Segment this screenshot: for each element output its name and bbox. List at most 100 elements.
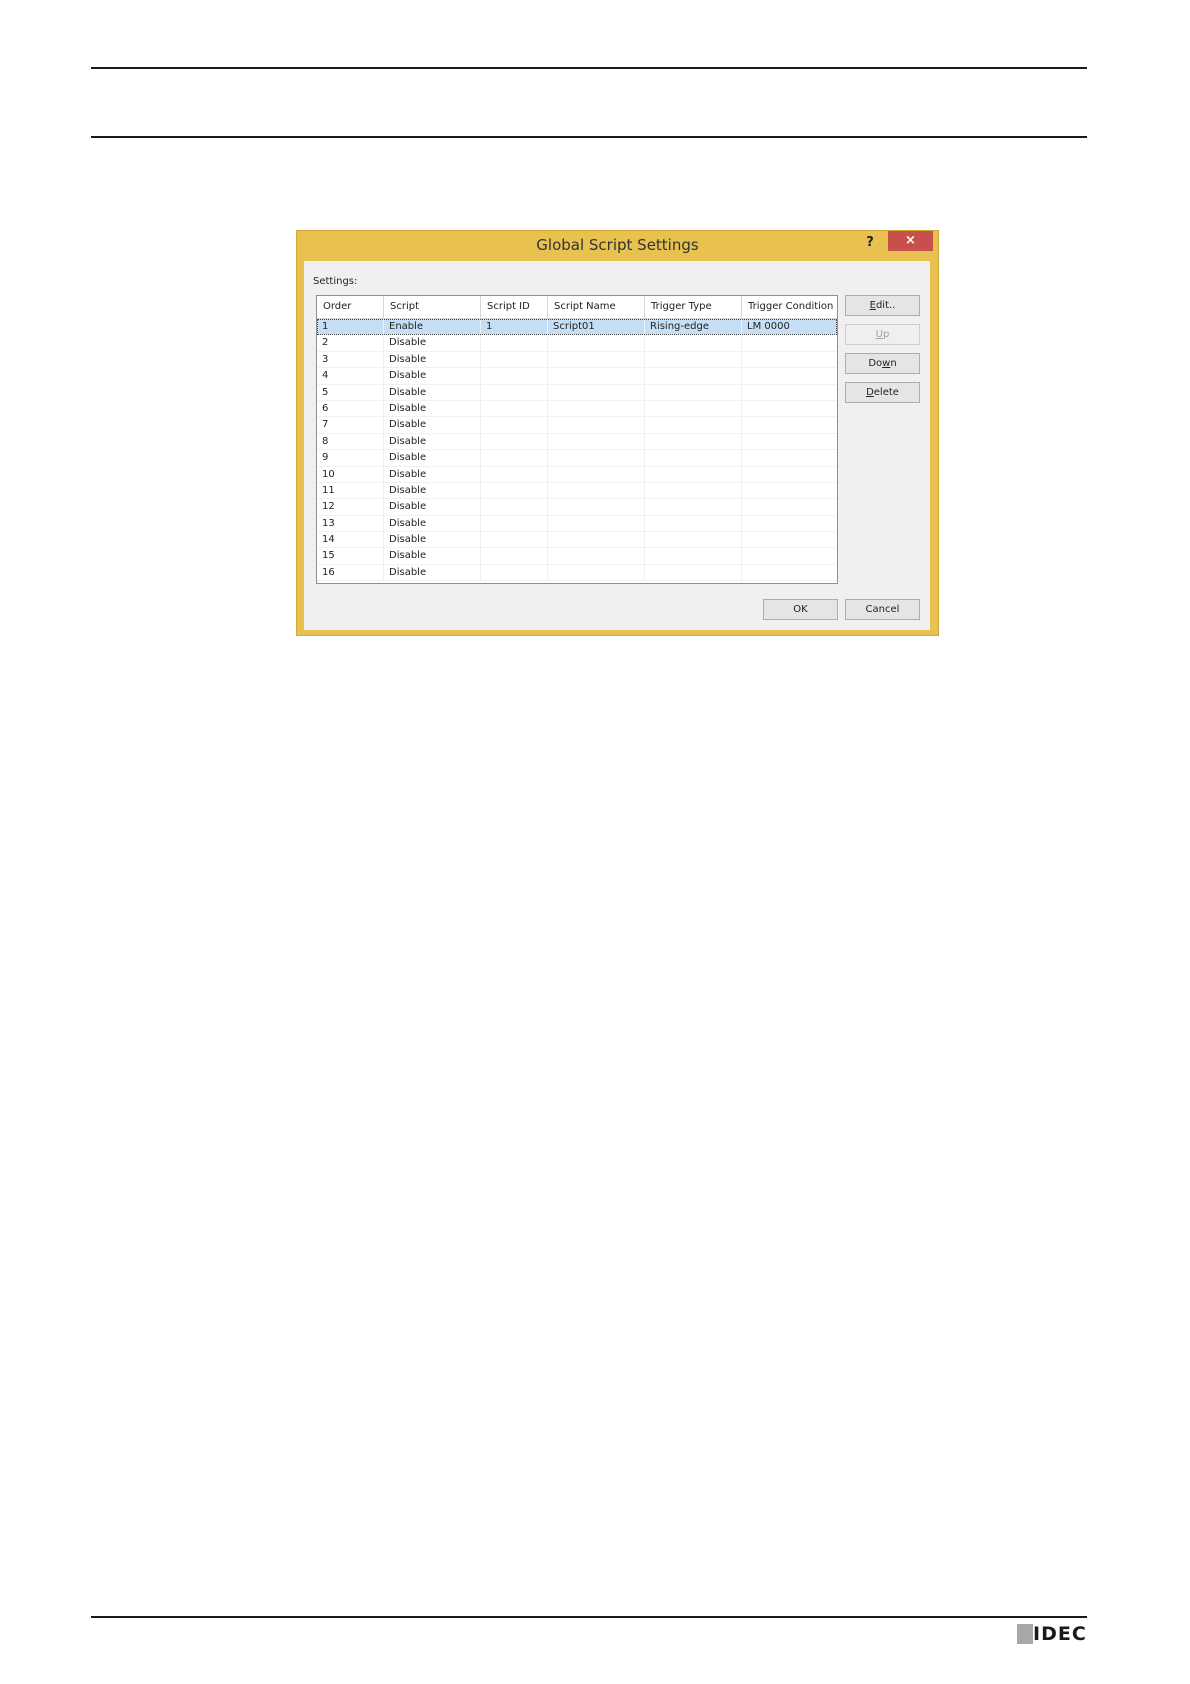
grid-body: 1 Enable 1 Script01 Rising-edge LM 0000 2 Disab… xyxy=(317,319,837,582)
cell-trigger-condition xyxy=(742,467,837,482)
cell-trigger-type xyxy=(645,450,742,466)
cell-script-name xyxy=(548,515,645,532)
table-row[interactable]: 14 Disable xyxy=(317,532,837,549)
column-header-trigger-type[interactable]: Trigger Type xyxy=(645,296,742,318)
cell-script: Disable xyxy=(384,564,481,581)
table-row[interactable]: 9 Disable xyxy=(317,450,837,467)
cell-trigger-type xyxy=(645,548,742,564)
column-header-script-name[interactable]: Script Name xyxy=(548,296,645,318)
cell-script-id xyxy=(481,368,548,384)
cell-order: 9 xyxy=(317,450,384,466)
cell-trigger-condition xyxy=(742,417,837,432)
cell-script: Disable xyxy=(384,384,481,400)
table-row[interactable]: 3 Disable xyxy=(317,351,837,369)
cell-script: Disable xyxy=(384,335,481,351)
cell-trigger-condition xyxy=(742,532,837,547)
cell-trigger-type xyxy=(645,433,742,450)
cell-script-name xyxy=(548,351,645,368)
table-row[interactable]: 12 Disable xyxy=(317,499,837,516)
cell-trigger-type xyxy=(645,466,742,482)
cell-script: Disable xyxy=(384,466,481,482)
table-row[interactable]: 11 Disable xyxy=(317,482,837,500)
cell-order: 10 xyxy=(317,466,384,482)
footer-rule xyxy=(91,1616,1087,1618)
cell-trigger-type: Rising-edge xyxy=(645,319,742,335)
cell-script-name xyxy=(548,450,645,466)
cell-trigger-condition xyxy=(742,401,837,416)
cell-order: 7 xyxy=(317,417,384,433)
column-header-script-id[interactable]: Script ID xyxy=(481,296,548,318)
cancel-button[interactable]: Cancel xyxy=(845,599,920,620)
down-label: n xyxy=(890,358,897,369)
cell-script-id xyxy=(481,351,548,368)
cell-script-id xyxy=(481,417,548,433)
cell-script-id xyxy=(481,335,548,351)
cell-script: Disable xyxy=(384,499,481,515)
cell-trigger-type xyxy=(645,384,742,400)
settings-label: Settings: xyxy=(313,276,358,287)
cell-script-name xyxy=(548,400,645,417)
table-row[interactable]: 10 Disable xyxy=(317,466,837,483)
cell-script-id xyxy=(481,548,548,564)
cell-script: Disable xyxy=(384,532,481,548)
cell-script-name xyxy=(548,466,645,482)
down-button[interactable]: Down xyxy=(845,353,920,374)
column-header-order[interactable]: Order xyxy=(317,296,384,318)
cell-order: 15 xyxy=(317,548,384,564)
down-label-pre: Do xyxy=(868,358,883,369)
cell-trigger-type xyxy=(645,532,742,548)
up-button[interactable]: Up xyxy=(845,324,920,345)
up-mnemonic: U xyxy=(875,329,883,340)
cell-order: 14 xyxy=(317,532,384,548)
table-row[interactable]: 16 Disable xyxy=(317,564,837,582)
cell-trigger-type xyxy=(645,368,742,384)
table-row[interactable]: 7 Disable xyxy=(317,417,837,434)
table-row[interactable]: 6 Disable xyxy=(317,400,837,418)
cell-order: 2 xyxy=(317,335,384,351)
cell-script: Disable xyxy=(384,548,481,564)
table-row[interactable]: 2 Disable xyxy=(317,335,837,352)
cell-order: 4 xyxy=(317,368,384,384)
cell-trigger-condition xyxy=(742,548,837,563)
cell-trigger-condition: LM 0000 xyxy=(747,321,790,332)
delete-button[interactable]: Delete xyxy=(845,382,920,403)
ok-button[interactable]: OK xyxy=(763,599,838,620)
cell-order: 16 xyxy=(317,564,384,581)
close-button[interactable]: × xyxy=(888,231,933,251)
title-bar[interactable]: Global Script Settings ? × xyxy=(297,231,938,261)
delete-label: elete xyxy=(873,387,899,398)
table-row[interactable]: 5 Disable xyxy=(317,384,837,401)
script-list-grid[interactable]: Order Script Script ID Script Name Trigg… xyxy=(316,295,838,584)
cell-script-id xyxy=(481,482,548,499)
header-rule-top xyxy=(91,67,1087,69)
cell-script-name xyxy=(548,368,645,384)
table-row[interactable]: 4 Disable xyxy=(317,368,837,385)
cell-script: Disable xyxy=(384,433,481,450)
cell-script-id xyxy=(481,532,548,548)
column-header-trigger-condition[interactable]: Trigger Condition xyxy=(742,296,837,318)
logo-mark xyxy=(1017,1624,1033,1644)
cell-order: 13 xyxy=(317,515,384,532)
cell-trigger-condition xyxy=(742,450,837,465)
cell-script-name xyxy=(548,564,645,581)
edit-button[interactable]: Edit.. xyxy=(845,295,920,316)
cell-script-name xyxy=(548,532,645,548)
close-icon: × xyxy=(905,233,916,248)
help-button[interactable]: ? xyxy=(860,234,880,252)
column-header-script[interactable]: Script xyxy=(384,296,481,318)
table-row[interactable]: 8 Disable xyxy=(317,433,837,451)
cell-script-id xyxy=(481,515,548,532)
cell-trigger-type xyxy=(645,417,742,433)
cell-script: Disable xyxy=(384,368,481,384)
cell-trigger-type xyxy=(645,400,742,417)
cell-script: Disable xyxy=(384,450,481,466)
table-row[interactable]: 13 Disable xyxy=(317,515,837,533)
idec-logo: IDEC xyxy=(1017,1622,1087,1646)
table-row[interactable]: 15 Disable xyxy=(317,548,837,565)
cell-script-name xyxy=(548,433,645,450)
cell-trigger-condition xyxy=(742,352,837,367)
global-script-settings-dialog: Global Script Settings ? × Settings: Ord… xyxy=(296,230,939,636)
table-row[interactable]: 1 Enable 1 Script01 Rising-edge LM 0000 xyxy=(317,319,837,336)
cell-trigger-condition xyxy=(742,516,837,531)
cell-script-name xyxy=(548,384,645,400)
